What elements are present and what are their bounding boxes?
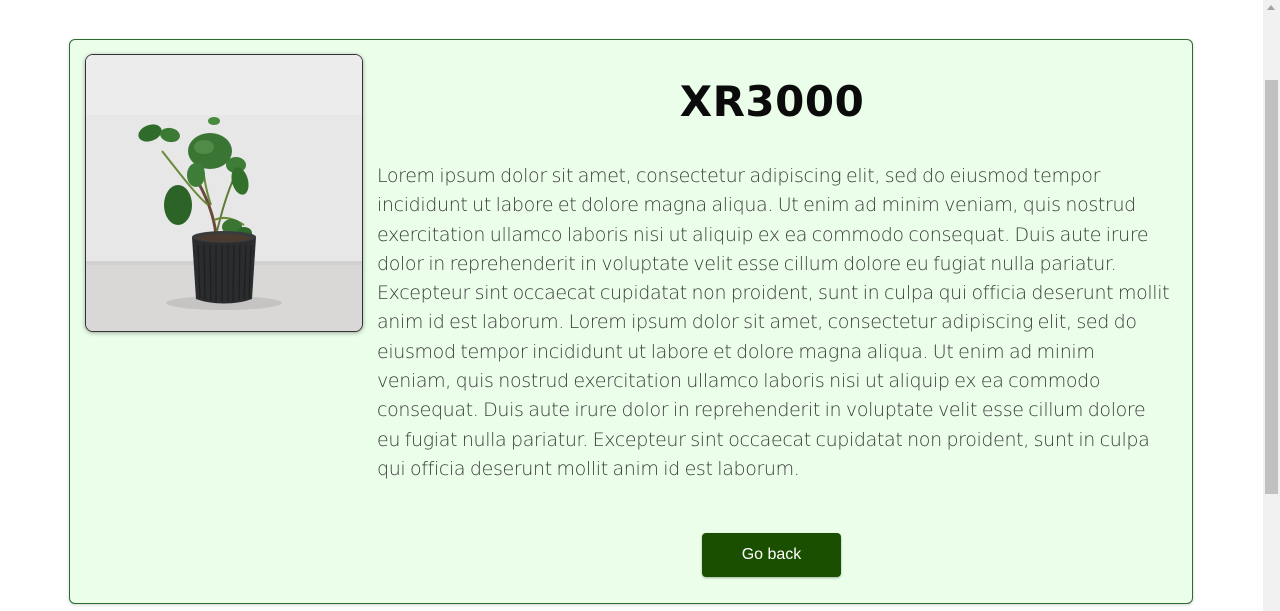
product-image: [85, 54, 363, 332]
product-description: Lorem ipsum dolor sit amet, consectetur …: [377, 165, 1170, 480]
scroll-up-arrow-icon[interactable]: [1267, 5, 1275, 10]
product-title: XR3000: [679, 77, 865, 126]
go-back-button[interactable]: Go back: [702, 533, 841, 577]
product-card: XR3000 Lorem ipsum dolor sit amet, conse…: [69, 39, 1193, 604]
vertical-scrollbar[interactable]: [1263, 0, 1280, 611]
page: XR3000 Lorem ipsum dolor sit amet, conse…: [0, 0, 1280, 611]
scrollbar-thumb[interactable]: [1265, 80, 1278, 494]
